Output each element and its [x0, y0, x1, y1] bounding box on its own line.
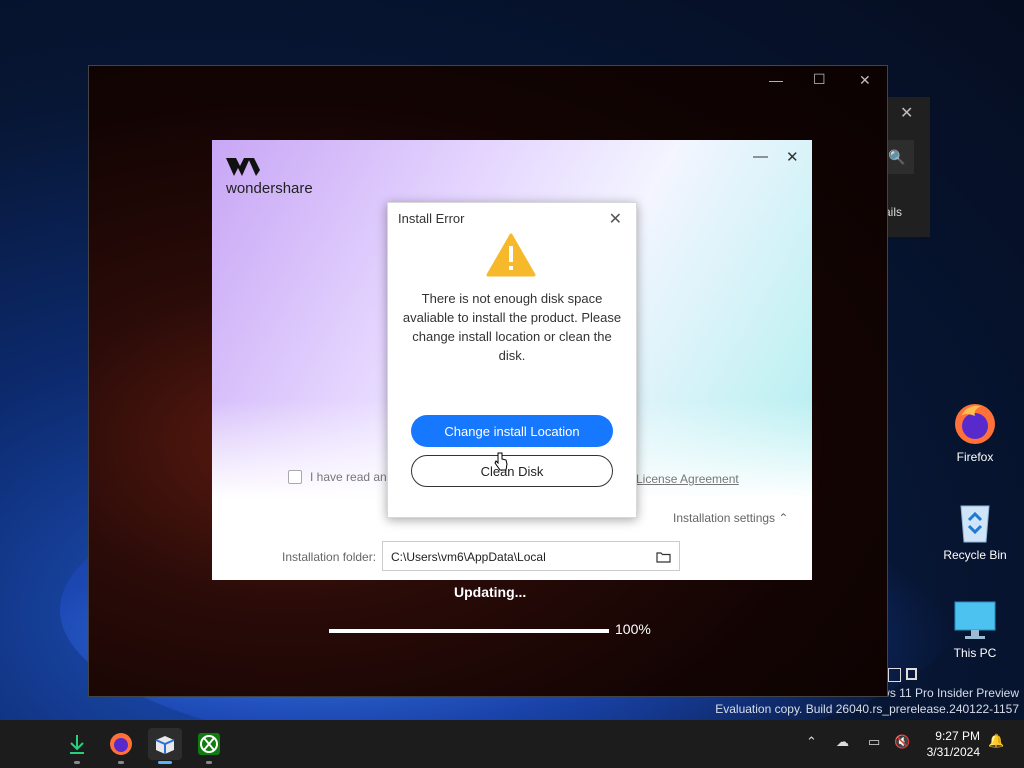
desktop-icon-firefox[interactable]: Firefox: [935, 402, 1015, 464]
xbox-icon: [198, 733, 220, 755]
volume-muted-icon[interactable]: 🔇: [894, 734, 910, 750]
clock-time: 9:27 PM: [935, 729, 980, 743]
details-view-icon[interactable]: [888, 668, 901, 682]
show-hidden-icons-chevron-icon[interactable]: ⌃: [806, 734, 817, 750]
notification-bell-icon[interactable]: 🔔: [988, 733, 1004, 749]
change-install-location-button[interactable]: Change install Location: [411, 415, 613, 447]
watermark-line-2: Evaluation copy. Build 26040.rs_prerelea…: [715, 702, 1019, 716]
tiles-view-icon[interactable]: [906, 668, 917, 680]
chevron-up-icon: ⌃: [778, 511, 789, 525]
install-error-dialog: Install Error ✕ There is not enough disk…: [387, 202, 637, 518]
desktop-icon-recycle-bin[interactable]: Recycle Bin: [935, 500, 1015, 562]
installation-folder-field[interactable]: C:\Users\vm6\AppData\Local: [382, 541, 680, 571]
close-icon[interactable]: ✕: [609, 209, 622, 229]
taskbar-installer[interactable]: [148, 728, 182, 764]
agree-checkbox[interactable]: [288, 470, 302, 484]
agree-label: I have read and: [310, 470, 394, 484]
taskbar-downloads[interactable]: [60, 728, 94, 764]
network-icon[interactable]: ▭: [868, 734, 880, 750]
installation-folder-label: Installation folder:: [282, 550, 377, 564]
desktop-icon-label: Recycle Bin: [943, 548, 1007, 562]
taskbar: ⌃ ☁ ▭ 🔇 9:27 PM 3/31/2024 🔔: [0, 720, 1024, 768]
brand-name: wondershare: [226, 180, 313, 197]
desktop-icon-label: This PC: [953, 646, 997, 660]
installation-settings-label: Installation settings: [673, 511, 776, 525]
progress-bar: [329, 629, 609, 633]
close-icon[interactable]: ✕: [786, 148, 799, 166]
error-message: There is not enough disk space avaliable…: [402, 291, 622, 363]
watermark-line-1: ws 11 Pro Insider Preview: [881, 686, 1019, 700]
minimize-icon[interactable]: —: [753, 148, 768, 165]
desktop-icon-label: Firefox: [956, 450, 994, 464]
progress-percent: 100%: [615, 621, 651, 637]
taskbar-firefox[interactable]: [104, 728, 138, 764]
minimize-icon[interactable]: —: [769, 72, 783, 88]
warning-icon: [486, 233, 536, 282]
agreement-row: I have read and: [288, 470, 393, 484]
installation-folder-path: C:\Users\vm6\AppData\Local: [391, 550, 546, 564]
clean-disk-button[interactable]: Clean Disk: [411, 455, 613, 487]
download-icon: [70, 735, 84, 754]
clock[interactable]: 9:27 PM 3/31/2024: [918, 728, 980, 760]
onedrive-icon[interactable]: ☁: [836, 734, 849, 750]
progress-bar-fill: [329, 629, 609, 633]
license-agreement-link[interactable]: License Agreement: [636, 472, 739, 486]
close-icon[interactable]: ✕: [859, 72, 871, 89]
installer-icon: [155, 736, 175, 754]
taskbar-xbox[interactable]: [192, 728, 226, 764]
firefox-icon: [953, 402, 997, 446]
close-icon[interactable]: ✕: [900, 103, 913, 123]
view-toggle-icons: [886, 668, 922, 684]
desktop-icon-this-pc[interactable]: This PC: [935, 598, 1015, 660]
updating-status: Updating...: [454, 584, 527, 600]
firefox-icon: [110, 733, 132, 755]
recycle-bin-icon: [953, 500, 997, 544]
clock-date: 3/31/2024: [926, 745, 980, 759]
maximize-icon[interactable]: ☐: [813, 71, 826, 88]
dialog-title: Install Error: [398, 211, 465, 226]
installation-settings-toggle[interactable]: Installation settings ⌃: [673, 511, 788, 525]
wondershare-logo-icon: [226, 158, 260, 181]
folder-icon[interactable]: [656, 550, 671, 568]
monitor-icon: [953, 598, 997, 642]
hand-cursor-icon: [494, 452, 508, 477]
